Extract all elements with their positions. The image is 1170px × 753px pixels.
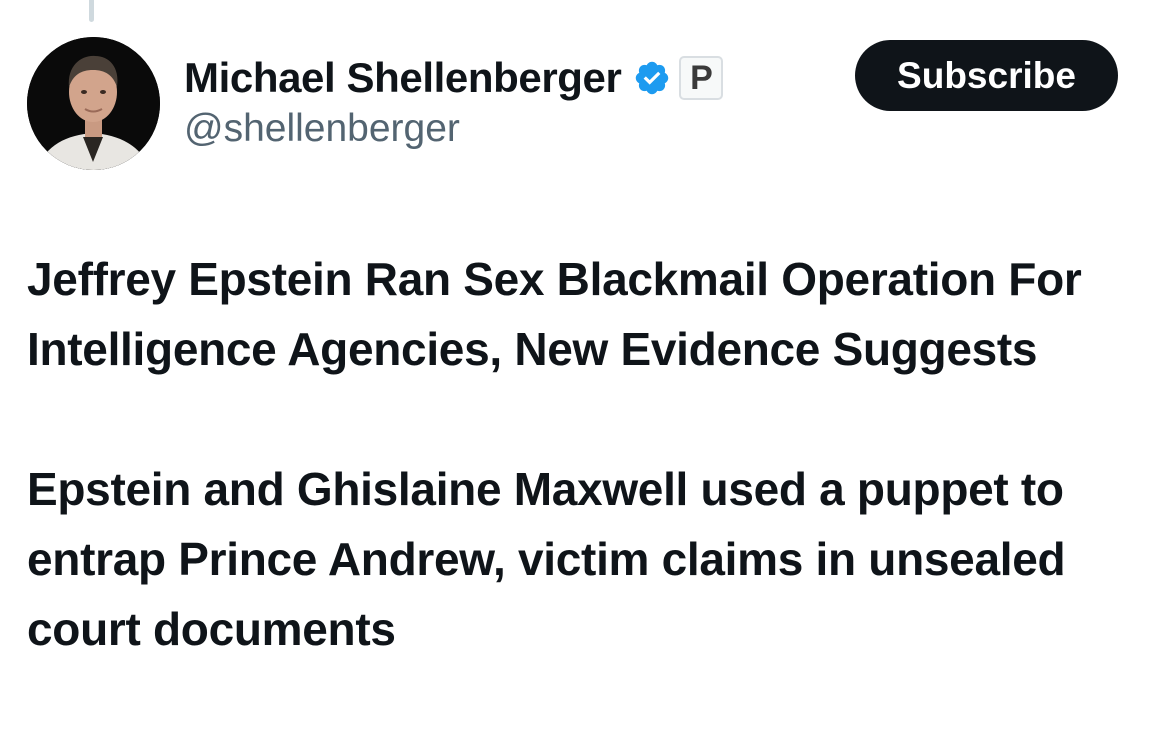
thread-connector-line bbox=[89, 0, 94, 22]
author-name-row: Michael Shellenberger P bbox=[184, 52, 724, 104]
avatar[interactable] bbox=[27, 37, 160, 170]
affiliate-badge[interactable]: P bbox=[679, 56, 724, 100]
verified-badge-icon[interactable] bbox=[633, 58, 673, 98]
author-display-name[interactable]: Michael Shellenberger bbox=[184, 57, 622, 99]
tweet-headline: Jeffrey Epstein Ran Sex Blackmail Operat… bbox=[27, 253, 1082, 375]
tweet-subheadline: Epstein and Ghislaine Maxwell used a pup… bbox=[27, 463, 1066, 655]
tweet-text: Jeffrey Epstein Ran Sex Blackmail Operat… bbox=[27, 244, 1137, 664]
subscribe-button[interactable]: Subscribe bbox=[855, 40, 1118, 111]
avatar-photo bbox=[27, 37, 160, 170]
author-handle[interactable]: @shellenberger bbox=[184, 107, 460, 151]
